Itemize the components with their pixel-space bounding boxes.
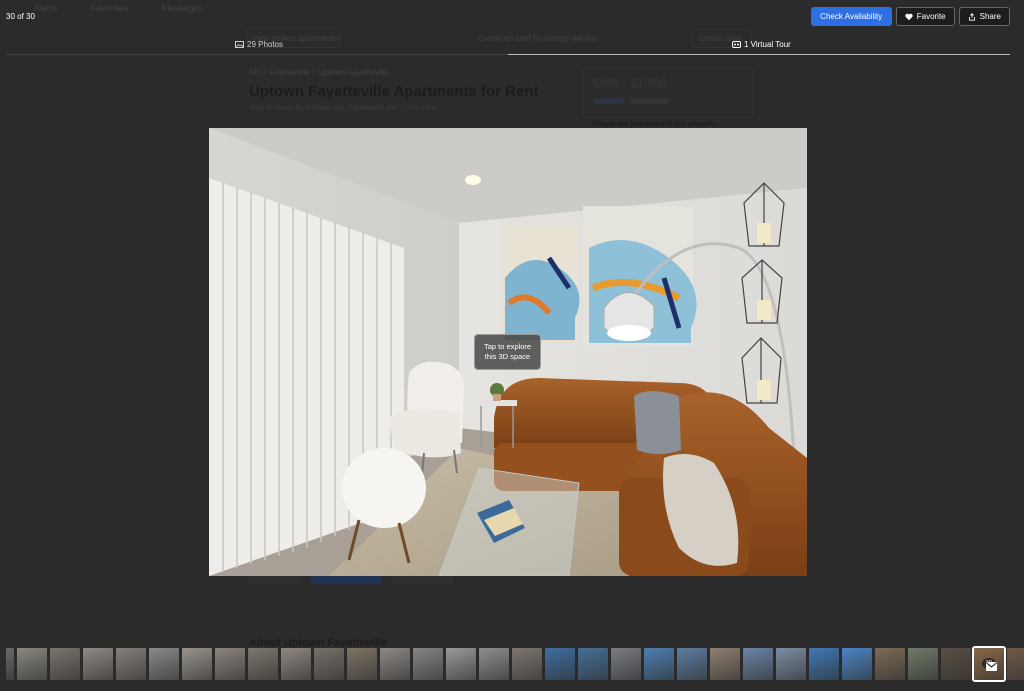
background-nav: Alerts Favorites Messages (34, 3, 203, 13)
favorite-label: Favorite (916, 12, 946, 21)
thumbnail[interactable] (479, 648, 509, 680)
thumbnail[interactable] (50, 648, 80, 680)
active-tab-indicator (508, 54, 1010, 55)
thumbnail-strip: 3D (0, 646, 1024, 685)
price-range: $895 - $1,950 (593, 76, 668, 90)
breadcrumb: AR > Fayetteville > Uptown Fayetteville (249, 68, 389, 77)
people-interested: People are interested in this property (593, 121, 717, 128)
page-title: Uptown Fayetteville Apartments for Rent (249, 83, 539, 100)
explore-3d-tooltip[interactable]: Tap to explore this 3D space (474, 334, 541, 370)
photo-icon (235, 41, 244, 48)
thumbnail[interactable] (116, 648, 146, 680)
thumbnail[interactable] (545, 648, 575, 680)
tooltip-line-1: Tap to explore (483, 342, 532, 351)
share-label: Share (979, 12, 1001, 21)
bg-tab (311, 575, 381, 584)
thumbnail[interactable] (149, 648, 179, 680)
thumbnail[interactable] (908, 648, 938, 680)
message-button[interactable] (978, 655, 1004, 677)
background-tabs (249, 575, 453, 584)
tooltip-line-2: this 3D space (484, 352, 531, 361)
envelope-icon (985, 661, 997, 671)
tab-photos-label: 29 Photos (247, 40, 284, 49)
bg-tab (249, 575, 299, 584)
thumbnail[interactable] (314, 648, 344, 680)
thumbnail[interactable] (446, 648, 476, 680)
wall-art (501, 206, 697, 346)
thumbnail[interactable] (380, 648, 410, 680)
thumbnail[interactable] (842, 648, 872, 680)
thumbnail[interactable] (215, 648, 245, 680)
thumbnail[interactable] (83, 648, 113, 680)
thumbnail[interactable] (1007, 648, 1024, 680)
thumbnail[interactable] (182, 648, 212, 680)
thumbnail[interactable] (677, 648, 707, 680)
nav-messages: Messages (162, 3, 204, 13)
thumbnail[interactable] (776, 648, 806, 680)
nav-alerts: Alerts (34, 3, 58, 13)
thumbnail[interactable] (743, 648, 773, 680)
thumbnail[interactable] (413, 648, 443, 680)
thumbnail[interactable] (941, 648, 971, 680)
thumbnail[interactable] (6, 648, 14, 680)
thumbnail[interactable] (644, 648, 674, 680)
badge (593, 98, 625, 104)
thumbnail[interactable] (611, 648, 641, 680)
share-icon (968, 12, 975, 21)
price-badges (593, 98, 669, 104)
check-availability-label: Check Availability (820, 12, 883, 21)
thumbnail[interactable] (809, 648, 839, 680)
tab-photos[interactable]: 29 Photos (235, 40, 283, 49)
virtual-tour-viewer[interactable]: Tap to explore this 3D space (209, 128, 807, 576)
share-button[interactable]: Share (958, 7, 1010, 26)
thumbnail[interactable] (17, 648, 47, 680)
check-availability-button[interactable]: Check Availability (810, 7, 892, 26)
nav-favorites: Favorites (91, 3, 129, 13)
thumbnail[interactable] (248, 648, 278, 680)
badge (629, 98, 669, 104)
virtual-tour-icon (732, 41, 741, 48)
favorite-button[interactable]: Favorite (895, 7, 955, 26)
bg-tab (393, 575, 453, 584)
tab-virtual-tour[interactable]: 1 Virtual Tour (732, 40, 791, 49)
photo-counter: 30 of 30 (6, 12, 35, 21)
thumbnail[interactable] (875, 648, 905, 680)
tab-underline (6, 54, 1010, 55)
thumbnail[interactable] (512, 648, 542, 680)
media-tabs: 29 Photos 1 Virtual Tour (0, 40, 1024, 55)
thumbnail[interactable] (578, 648, 608, 680)
address: 3559 N Steele Blvd #Suite 102, Fayettevi… (249, 105, 437, 112)
thumbnail[interactable] (347, 648, 377, 680)
heart-icon (905, 13, 913, 20)
thumbnail[interactable] (710, 648, 740, 680)
thumbnail[interactable] (281, 648, 311, 680)
tab-virtual-tour-label: 1 Virtual Tour (744, 40, 791, 49)
top-actions: Check Availability Favorite Share (810, 7, 1010, 26)
